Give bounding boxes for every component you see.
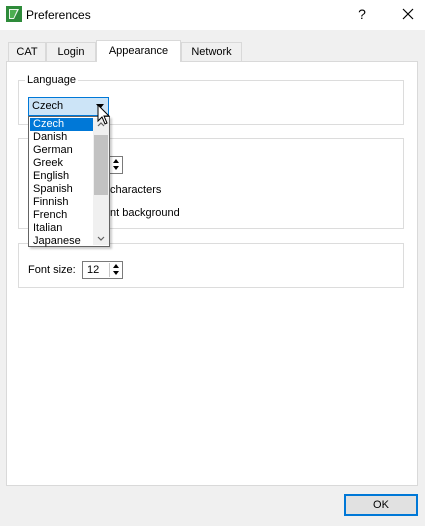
font-size-spinbox[interactable]: 12 xyxy=(82,261,123,279)
dropdown-scrollbar[interactable] xyxy=(93,118,109,245)
mouse-cursor-icon xyxy=(97,104,111,125)
dropdown-option[interactable]: Greek xyxy=(30,157,93,170)
language-dropdown-list[interactable]: Czech Danish German Greek English Spanis… xyxy=(28,116,110,247)
dropdown-option[interactable]: Japanese xyxy=(30,235,93,248)
spin-up-icon[interactable] xyxy=(113,159,119,163)
dropdown-option[interactable]: Danish xyxy=(30,131,93,144)
scroll-down-icon[interactable] xyxy=(97,236,105,242)
dropdown-option[interactable]: German xyxy=(30,144,93,157)
spin-buttons[interactable] xyxy=(109,158,121,172)
font-size-value[interactable]: 12 xyxy=(87,264,99,276)
dropdown-option[interactable]: Finnish xyxy=(30,196,93,209)
spin-buttons[interactable] xyxy=(109,263,121,277)
checkbox-characters-label[interactable]: characters xyxy=(110,184,161,196)
tab-login[interactable]: Login xyxy=(46,42,96,61)
dropdown-option[interactable]: English xyxy=(30,170,93,183)
language-legend: Language xyxy=(25,74,78,86)
help-button[interactable]: ? xyxy=(352,4,372,24)
font-size-label: Font size: xyxy=(28,264,76,276)
scrollbar-thumb[interactable] xyxy=(94,135,108,195)
window-title: Preferences xyxy=(26,8,91,22)
dropdown-option[interactable]: Spanish xyxy=(30,183,93,196)
spin-up-icon[interactable] xyxy=(113,264,119,268)
checkbox-background-label[interactable]: nt background xyxy=(110,207,180,219)
font-group xyxy=(18,243,404,288)
close-icon[interactable] xyxy=(398,4,418,24)
ok-button[interactable]: OK xyxy=(344,494,418,516)
dropdown-option[interactable]: Czech xyxy=(30,118,93,131)
tab-cat[interactable]: CAT xyxy=(8,42,46,61)
tab-appearance[interactable]: Appearance xyxy=(96,40,181,62)
language-select-value: Czech xyxy=(32,100,64,112)
app-icon xyxy=(6,6,22,22)
tab-network[interactable]: Network xyxy=(181,42,242,61)
spin-down-icon[interactable] xyxy=(113,271,119,275)
dropdown-option[interactable]: French xyxy=(30,209,93,222)
spin-down-icon[interactable] xyxy=(113,166,119,170)
dropdown-option[interactable]: Italian xyxy=(30,222,93,235)
